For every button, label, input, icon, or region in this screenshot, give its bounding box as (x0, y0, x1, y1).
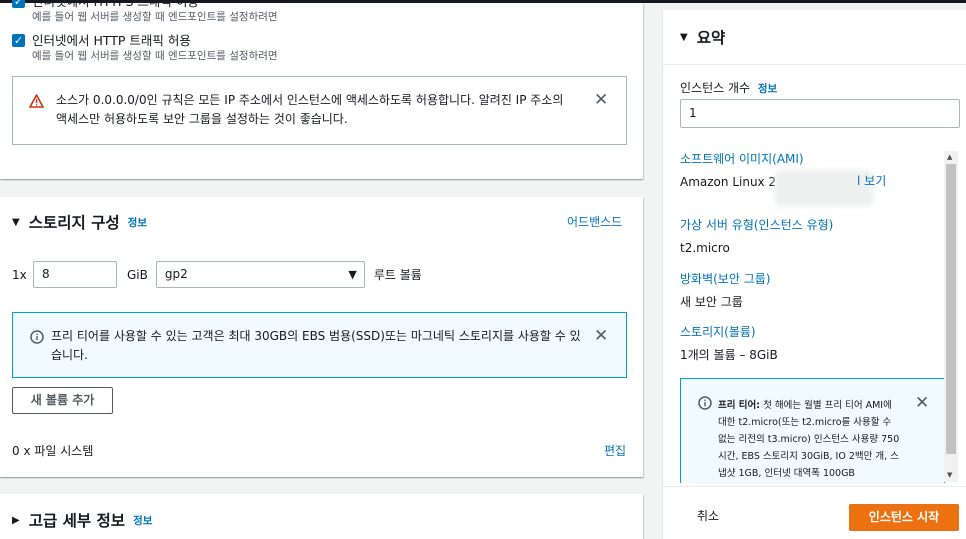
summary-title: 요약 (696, 29, 726, 47)
instance-count-info-link[interactable]: 정보 (758, 83, 777, 95)
network-settings-panel: ✓ 인터넷에서 HTTPS 트래픽 허용 예를 들어 웹 서버를 생성할 때 엔… (0, 0, 643, 179)
advanced-section-title: 고급 세부 정보 (28, 512, 126, 530)
advanced-details-panel: ▶ 고급 세부 정보 정보 (0, 494, 643, 539)
divider (663, 64, 966, 65)
divider (663, 486, 966, 487)
caret-down-icon[interactable]: ▼ (12, 217, 20, 228)
instance-type-value: t2.micro (680, 241, 730, 255)
storage-link[interactable]: 스토리지(볼륨) (680, 323, 778, 341)
scroll-up-icon[interactable]: ▲ (947, 153, 952, 161)
free-tier-label: 프리 티어: (718, 400, 761, 411)
allow-http-checkbox[interactable]: ✓ (12, 34, 25, 47)
firewall-value: 새 보안 그룹 (680, 295, 743, 309)
free-tier-message: 프리 티어: 첫 해에는 월별 프리 티어 AMI에 대한 t2.micro(또… (718, 397, 903, 482)
open-ip-warning-alert: 소스가 0.0.0.0/0인 규칙은 모든 IP 주소에서 인스턴스에 액세스하… (12, 76, 627, 145)
free-tier-storage-message: 프리 티어를 사용할 수 있는 고객은 최대 30GB의 EBS 범용(SSD)… (51, 329, 581, 362)
file-systems-count: 0 x 파일 시스템 (12, 444, 94, 458)
storage-info-link[interactable]: 정보 (128, 215, 147, 230)
add-volume-button[interactable]: 새 볼륨 추가 (12, 387, 113, 414)
summary-panel: ▼ 요약 인스턴스 개수 정보 1 소프트웨어 이미지(AMI) Amazon … (663, 10, 966, 539)
allow-https-label: 인터넷에서 HTTPS 트래픽 허용 (32, 0, 199, 9)
free-tier-alert: 프리 티어: 첫 해에는 월별 프리 티어 AMI에 대한 t2.micro(또… (680, 378, 945, 483)
advanced-link[interactable]: 어드밴스드 (567, 213, 622, 230)
instance-count-label-text: 인스턴스 개수 (680, 81, 751, 95)
scrollbar-thumb[interactable] (946, 164, 956, 454)
ami-view-link[interactable]: l 보기 (857, 172, 886, 189)
caret-down-icon[interactable]: ▼ (680, 32, 688, 43)
instance-type-link[interactable]: 가상 서버 유형(인스턴스 유형) (680, 216, 833, 234)
volume-multiplier: 1x (12, 267, 27, 282)
instance-count-label: 인스턴스 개수 정보 (680, 79, 777, 96)
root-volume-row: 1x 8 GiB gp2 ▼ 루트 볼륨 (12, 261, 422, 288)
cancel-button[interactable]: 취소 (697, 507, 719, 524)
warning-icon (29, 94, 44, 108)
dropdown-caret-icon: ▼ (348, 268, 357, 281)
storage-section-header[interactable]: ▼ 스토리지 구성 정보 (12, 211, 147, 233)
allow-http-label: 인터넷에서 HTTP 트래픽 허용 (32, 33, 191, 48)
summary-firewall-item: 방화벽(보안 그룹) 새 보안 그룹 (680, 270, 770, 311)
dismiss-warning-close-icon[interactable]: ✕ (594, 92, 608, 109)
volume-size-unit: GiB (127, 267, 148, 282)
summary-header[interactable]: ▼ 요약 (680, 26, 725, 48)
allow-http-checkbox-row[interactable]: ✓ 인터넷에서 HTTP 트래픽 허용 예를 들어 웹 서버를 생성할 때 엔드… (12, 32, 278, 63)
firewall-link[interactable]: 방화벽(보안 그룹) (680, 270, 770, 288)
scroll-down-icon[interactable]: ▼ (947, 471, 952, 479)
warning-message: 소스가 0.0.0.0/0인 규칙은 모든 IP 주소에서 인스턴스에 액세스하… (56, 93, 564, 126)
dismiss-info-close-icon[interactable]: ✕ (594, 328, 608, 345)
advanced-info-link[interactable]: 정보 (133, 513, 152, 528)
storage-section-title: 스토리지 구성 (28, 214, 120, 232)
volume-size-input[interactable]: 8 (33, 261, 117, 288)
allow-http-description: 예를 들어 웹 서버를 생성할 때 엔드포인트를 설정하려면 (32, 50, 278, 62)
allow-https-checkbox-row[interactable]: ✓ 인터넷에서 HTTPS 트래픽 허용 예를 들어 웹 서버를 생성할 때 엔… (12, 0, 278, 24)
launch-instance-button[interactable]: 인스턴스 시작 (849, 504, 959, 531)
storage-value: 1개의 볼륨 – 8GiB (680, 348, 778, 362)
summary-storage-item: 스토리지(볼륨) 1개의 볼륨 – 8GiB (680, 323, 778, 364)
volume-type-select[interactable]: gp2 ▼ (155, 261, 365, 288)
dismiss-free-tier-close-icon[interactable]: ✕ (915, 395, 929, 412)
info-icon (30, 330, 44, 344)
free-tier-body: 첫 해에는 월별 프리 티어 AMI에 대한 t2.micro(또는 t2.mi… (718, 400, 900, 479)
allow-https-description: 예를 들어 웹 서버를 생성할 때 엔드포인트를 설정하려면 (32, 11, 278, 23)
edit-file-systems-link[interactable]: 편집 (604, 442, 626, 459)
caret-right-icon[interactable]: ▶ (12, 515, 20, 526)
volume-type-value: gp2 (164, 267, 188, 281)
instance-count-input[interactable]: 1 (680, 99, 960, 128)
summary-scroll-area: 소프트웨어 이미지(AMI) Amazon Linux 2 l 보기 가상 서버… (663, 150, 966, 483)
advanced-section-header[interactable]: ▶ 고급 세부 정보 정보 (12, 509, 152, 531)
allow-https-checkbox[interactable]: ✓ (12, 0, 25, 8)
ami-link[interactable]: 소프트웨어 이미지(AMI) (680, 150, 804, 168)
free-tier-storage-alert: 프리 티어를 사용할 수 있는 고객은 최대 30GB의 EBS 범용(SSD)… (12, 312, 627, 378)
info-icon (698, 396, 712, 410)
root-volume-label: 루트 볼륨 (373, 268, 422, 282)
summary-scrollbar[interactable]: ▲ ▼ (944, 151, 958, 482)
storage-config-panel: ▼ 스토리지 구성 정보 어드밴스드 1x 8 GiB gp2 ▼ 루트 볼륨 … (0, 197, 643, 477)
summary-instance-type-item: 가상 서버 유형(인스턴스 유형) t2.micro (680, 216, 833, 257)
